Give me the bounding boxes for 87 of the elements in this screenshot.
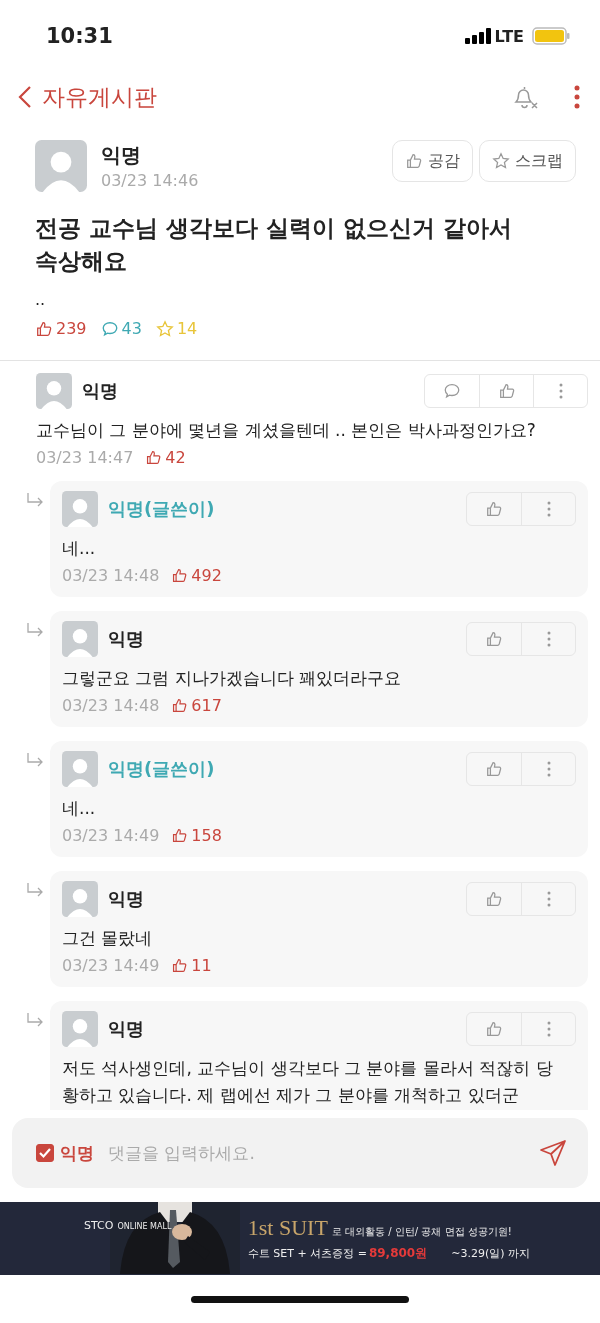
reply-arrow-icon <box>26 623 44 637</box>
thumbs-up-icon <box>497 382 516 400</box>
more-icon <box>574 85 580 109</box>
avatar-icon <box>62 621 98 657</box>
comment-text: 교수님이 그 분야에 몇년을 계셨을텐데 .. 본인은 박사과정인가요? <box>36 419 537 442</box>
avatar-icon <box>36 373 72 409</box>
thumbs-up-icon <box>485 630 503 648</box>
avatar-icon <box>62 881 98 917</box>
like-count: 42 <box>165 448 186 467</box>
ad-period: ~3.29(일) 까지 <box>451 1246 530 1261</box>
thumbs-up-icon <box>171 697 189 714</box>
thumbs-up-icon <box>171 827 189 844</box>
comment-text: 네... <box>62 537 97 560</box>
ad-brand: STCO <box>84 1219 114 1232</box>
comment-count: 43 <box>121 319 142 338</box>
avatar-icon <box>62 1011 98 1047</box>
post-time: 03/23 14:46 <box>101 171 200 190</box>
speech-bubble-icon <box>100 319 119 338</box>
comment-author: 익명 <box>108 1017 145 1041</box>
comment-text: 그건 몰랐네 <box>62 927 154 950</box>
post-body: .. <box>35 290 47 309</box>
star-icon <box>492 152 510 170</box>
ad-tagline: 로 대외활동 / 인턴/ 공채 면접 성공기원! <box>331 1225 512 1239</box>
more-icon <box>546 631 551 647</box>
post-title: 전공 교수님 생각보다 실력이 없으신거 같아서 속상해요 <box>35 214 514 276</box>
thumbs-up-icon <box>35 319 53 338</box>
post-author: 익명 <box>101 142 142 169</box>
comment-time: 03/23 14:47 <box>36 448 134 467</box>
more-icon <box>546 501 551 517</box>
send-icon <box>538 1138 568 1168</box>
comment-time: 03/23 14:49 <box>62 826 160 845</box>
like-count: 158 <box>191 826 222 845</box>
scrap-count: 14 <box>176 319 198 338</box>
network-label: LTE <box>494 26 524 46</box>
ad-brand-sub: ONLINE MALL <box>117 1222 172 1231</box>
battery-icon <box>532 27 570 45</box>
comment-author: 익명 <box>108 627 145 651</box>
ad-headline: 1st SUIT <box>247 1215 328 1241</box>
ad-price: 89,800원 <box>368 1245 428 1262</box>
reply-arrow-icon <box>26 1013 44 1027</box>
thumbs-up-icon <box>485 890 503 908</box>
thumbs-up-icon <box>485 1020 503 1038</box>
thumbs-up-icon <box>171 567 189 584</box>
reply-arrow-icon <box>26 493 44 507</box>
anonymous-checkbox[interactable]: 익명 <box>36 1141 94 1165</box>
avatar-icon <box>62 491 98 527</box>
more-icon <box>546 761 551 777</box>
more-icon <box>558 383 563 399</box>
reply-arrow-icon <box>26 883 44 897</box>
thumbs-up-icon <box>405 152 423 170</box>
reply-arrow-icon <box>26 753 44 767</box>
more-button[interactable] <box>574 85 580 109</box>
comment-author: 익명 <box>82 379 119 403</box>
comment-author: 익명 <box>108 887 145 911</box>
check-icon <box>38 1146 52 1160</box>
comment-text: 네... <box>62 797 97 820</box>
comment-author: 익명(글쓴이) <box>108 757 216 781</box>
avatar-icon <box>62 751 98 787</box>
like-count: 11 <box>191 956 212 975</box>
back-icon <box>18 85 32 109</box>
more-icon <box>546 891 551 907</box>
thumbs-up-icon <box>145 449 163 466</box>
like-count: 617 <box>191 696 222 715</box>
star-icon <box>155 319 174 338</box>
clock: 10:31 <box>46 24 113 48</box>
comment-time: 03/23 14:49 <box>62 956 160 975</box>
ad-banner[interactable]: STCO ONLINE MALL 1st SUIT 로 대외활동 / 인턴/ 공채 면접 성공기원! 수트 SET + 셔츠증정 = 89,800원 ~3.29(일) 까지 <box>0 1202 600 1275</box>
comment-text: 저도 석사생인데, 교수님이 생각보다 그 분야를 몰라서 적잖히 당황하고 있습니다. 제 랩에선 제가 그 분야를 개척하고 있더군 <box>62 1057 554 1107</box>
empathy-button[interactable]: 공감 <box>392 140 473 182</box>
like-count: 239 <box>56 319 87 338</box>
ad-offer: 수트 SET + 셔츠증정 = <box>247 1246 367 1261</box>
comment-time: 03/23 14:48 <box>62 566 160 585</box>
scrap-button[interactable]: 스크랩 <box>479 140 576 182</box>
speech-bubble-icon <box>443 382 461 400</box>
comment-time: 03/23 14:48 <box>62 696 160 715</box>
back-button[interactable]: 자유게시판 <box>18 81 157 113</box>
comment-author: 익명(글쓴이) <box>108 497 216 521</box>
thumbs-up-icon <box>171 957 189 974</box>
avatar-icon <box>35 140 87 192</box>
like-count: 492 <box>191 566 222 585</box>
send-button[interactable] <box>538 1138 568 1168</box>
thumbs-up-icon <box>485 760 503 778</box>
comment-text: 그렇군요 그럼 지나가겠습니다 꽤있더라구요 <box>62 667 403 690</box>
more-icon <box>546 1021 551 1037</box>
comment-input[interactable]: 댓글을 입력하세요. <box>106 1142 526 1164</box>
thumbs-up-icon <box>485 500 503 518</box>
signal-icon <box>464 28 491 44</box>
